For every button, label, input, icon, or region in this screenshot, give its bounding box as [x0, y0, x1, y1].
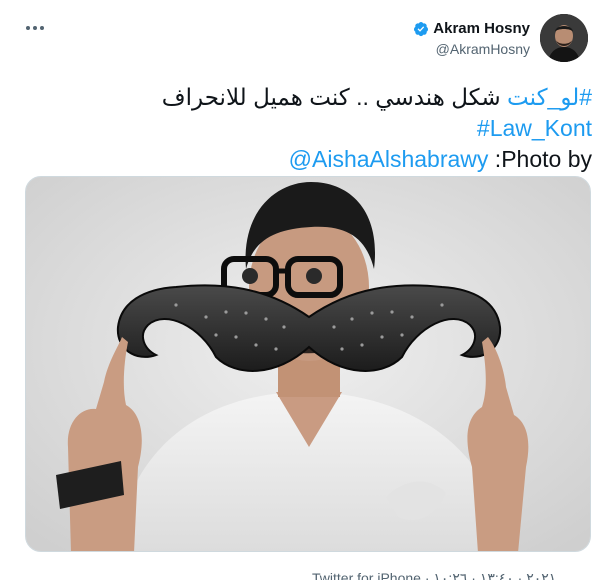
hashtag-link[interactable]: #Law_Kont — [477, 113, 592, 144]
avatar-image — [540, 14, 588, 62]
verified-badge-icon — [413, 21, 429, 37]
author-display-name[interactable]: Akram Hosny — [433, 20, 530, 37]
mention-link[interactable]: @AishaAlshabrawy — [289, 146, 489, 172]
tweet-meta: Twitter for iPhone · ٢٠٢١ · ١٣:٤٠ · ١٠:٢… — [312, 570, 557, 580]
name-row: Akram Hosny — [413, 20, 530, 37]
tweet-author[interactable]: Akram Hosny @AkramHosny — [413, 14, 588, 62]
photo-image — [26, 177, 590, 551]
photo-credit: @AishaAlshabrawy :Photo by — [288, 146, 592, 172]
tweet-text-line-1: #لو_كنت شكل هندسي .. كنت هميل للانحراف — [32, 82, 592, 113]
tweet-text-body: شكل هندسي .. كنت هميل للانحراف — [161, 84, 508, 110]
hashtag-link[interactable]: #لو_كنت — [507, 84, 592, 110]
tweet-photo[interactable] — [25, 176, 591, 552]
more-icon-dot — [40, 26, 44, 30]
tweet-text-line-2: #Law_Kont — [32, 113, 592, 144]
more-icon-dot — [33, 26, 37, 30]
more-options-button[interactable] — [26, 20, 48, 36]
avatar[interactable] — [540, 14, 588, 62]
author-names: Akram Hosny @AkramHosny — [413, 20, 530, 57]
tweet: Akram Hosny @AkramHosny #لو_كنت شكل هندس… — [0, 0, 604, 580]
author-handle[interactable]: @AkramHosny — [413, 41, 530, 57]
tweet-text: #لو_كنت شكل هندسي .. كنت هميل للانحراف #… — [32, 82, 592, 175]
more-icon-dot — [26, 26, 30, 30]
tweet-text-line-3: @AishaAlshabrawy :Photo by — [32, 144, 592, 175]
